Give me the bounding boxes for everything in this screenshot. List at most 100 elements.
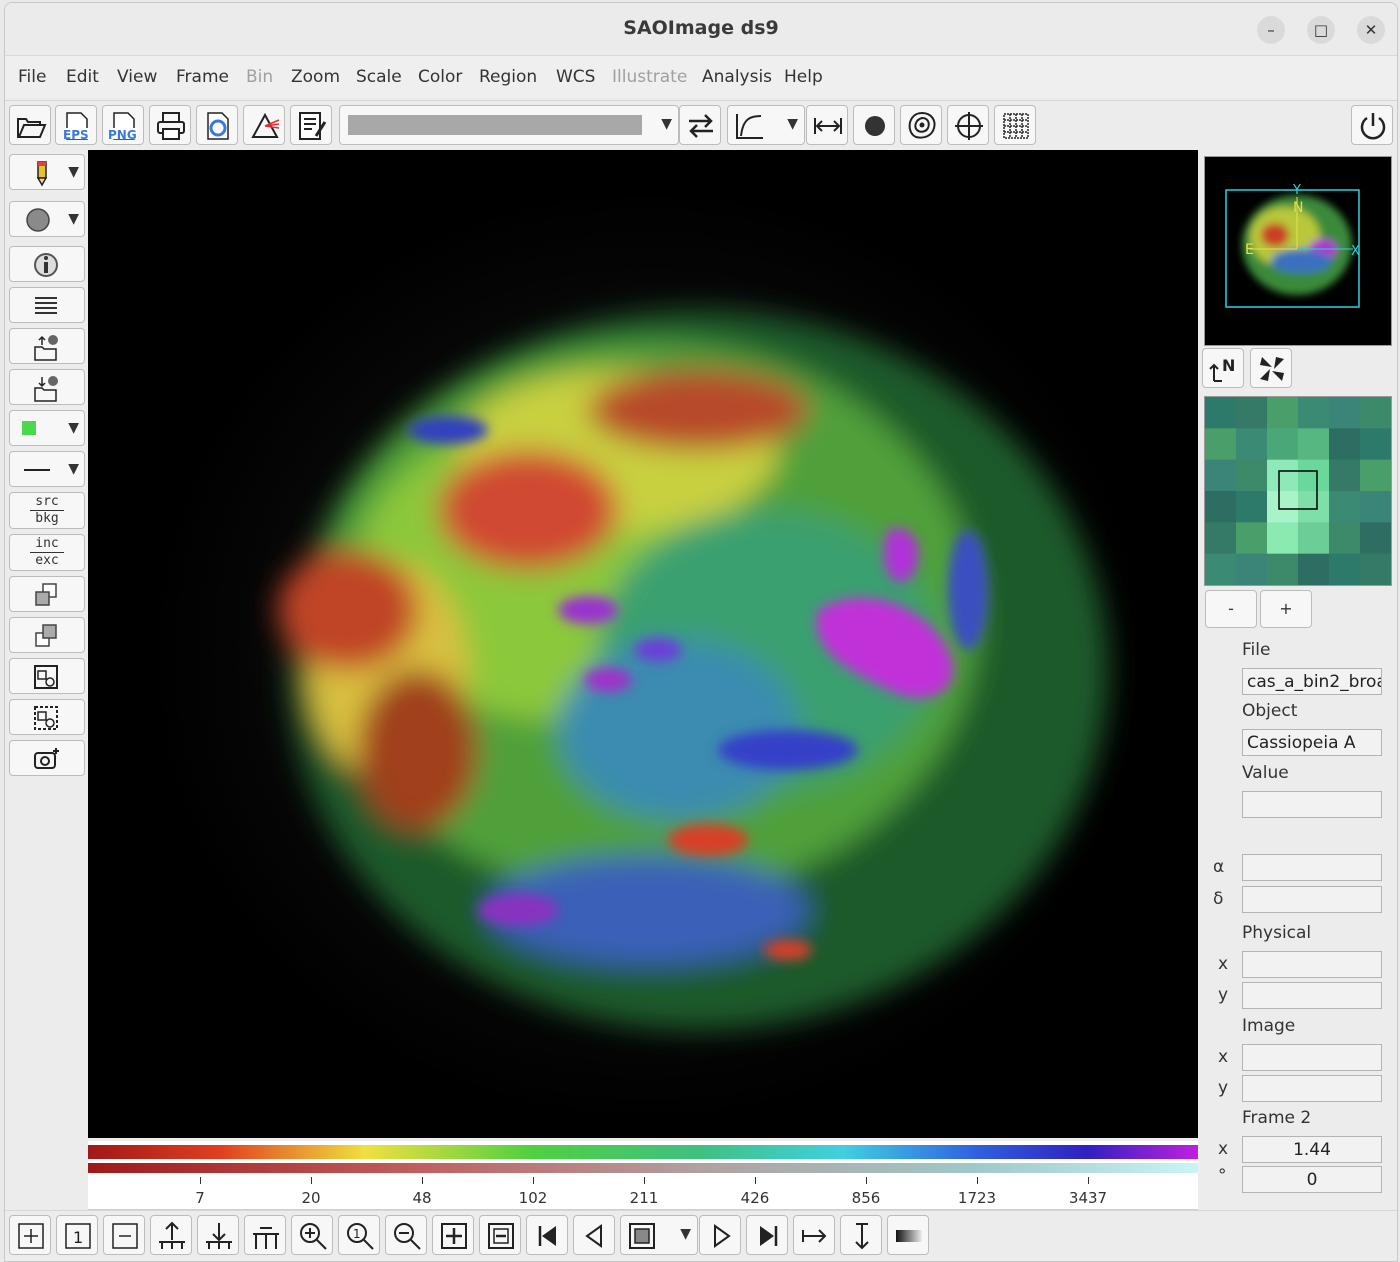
save-eps-button[interactable]: EPS [55,105,97,145]
reload-button[interactable] [196,105,238,145]
tick-mark [533,1177,534,1184]
contour-button[interactable] [900,105,942,145]
image-canvas[interactable] [88,150,1198,1138]
save-png-button[interactable]: PNG [102,105,144,145]
magnifier-zoom-in-button[interactable]: + [1260,590,1312,628]
zoom-out-frame-button[interactable] [479,1215,521,1255]
value-field[interactable] [1242,791,1382,818]
new-frame-button[interactable] [9,1215,51,1255]
delete-frame-button[interactable] [103,1215,145,1255]
menu-help[interactable]: Help [784,67,823,87]
load-regions-button[interactable] [9,328,85,364]
list-button[interactable] [9,287,85,323]
blink-frames-button[interactable] [197,1215,239,1255]
contour-icon [908,111,936,139]
menu-view[interactable]: View [117,67,157,87]
prism-button[interactable] [243,105,285,145]
menu-scale[interactable]: Scale [356,67,402,87]
align-north-button[interactable]: N [1202,348,1244,388]
colorbar[interactable] [88,1141,1198,1177]
last-frame-button[interactable] [746,1215,788,1255]
swap-button[interactable] [679,105,721,145]
info-panel: N E Y X N - + File cas_a_bin2_broa Objec… [1200,150,1397,1210]
colorbar-button[interactable] [887,1215,929,1255]
notes-button[interactable] [290,105,332,145]
crosshair-button[interactable] [947,105,989,145]
menu-wcs[interactable]: WCS [556,67,595,87]
menu-frame[interactable]: Frame [176,67,229,87]
magnifier-pixel [1205,428,1237,461]
first-frame-button[interactable] [526,1215,568,1255]
folder-upload-icon [34,335,58,361]
minimize-button[interactable]: – [1257,16,1285,44]
plus-box-icon [441,1223,467,1249]
menu-region[interactable]: Region [479,67,537,87]
panner[interactable]: N E Y X [1204,156,1392,346]
frame-selector-combo[interactable]: ▼ [339,105,679,145]
image-x-field[interactable] [1242,1044,1382,1071]
physical-x-field[interactable] [1242,951,1382,978]
print-button[interactable] [149,105,191,145]
horizontal-flip-button[interactable] [793,1215,835,1255]
menu-analysis[interactable]: Analysis [702,67,772,87]
magnifier-pixel [1205,522,1237,555]
object-field[interactable]: Cassiopeia A [1242,729,1382,756]
curve-button[interactable]: ▼ [727,105,805,145]
magnifier-pixel [1360,428,1391,461]
magnifier-zoom-out-button[interactable]: - [1205,590,1257,628]
physical-label: Physical [1242,923,1312,943]
bring-front-button[interactable] [9,576,85,612]
select-none-button[interactable] [9,699,85,735]
pencil-tool-button[interactable]: ▼ [9,154,85,190]
previous-frame-button[interactable] [573,1215,615,1255]
angle-field[interactable]: 0 [1242,1166,1382,1193]
close-button[interactable]: ✕ [1357,16,1385,44]
magnifier-pixel [1236,491,1268,523]
frame-layout-button[interactable]: ▼ [620,1215,698,1255]
inc-exc-button[interactable]: inc exc [9,534,85,571]
ruler-button[interactable] [806,105,848,145]
tick-mark [866,1177,867,1184]
zoom-field[interactable]: 1.44 [1242,1136,1382,1163]
physical-y-field[interactable] [1242,982,1382,1009]
image-y-field[interactable] [1242,1075,1382,1102]
zoom-one-button[interactable]: 1 [338,1215,380,1255]
maximize-button[interactable]: □ [1307,16,1335,44]
fade-frames-button[interactable] [244,1215,286,1255]
save-regions-button[interactable] [9,369,85,405]
power-button[interactable] [1351,105,1393,145]
svg-text:1: 1 [73,1228,83,1247]
single-frame-button[interactable]: 1 [56,1215,98,1255]
grid-button[interactable] [994,105,1036,145]
magnifier-pixel [1360,397,1391,429]
delta-field[interactable] [1242,886,1382,913]
vertical-flip-button[interactable] [840,1215,882,1255]
menu-zoom[interactable]: Zoom [291,67,340,87]
next-frame-button[interactable] [699,1215,741,1255]
center-button[interactable] [1250,348,1292,388]
select-all-button[interactable] [9,658,85,694]
magnifier-pixel [1329,397,1361,429]
crosshair-icon [955,112,983,140]
bring-to-front-icon [35,583,57,606]
send-back-button[interactable] [9,617,85,653]
info-button[interactable] [9,246,85,282]
snapshot-button[interactable] [9,740,85,776]
menu-color[interactable]: Color [418,67,462,87]
tile-frames-button[interactable] [150,1215,192,1255]
menu-edit[interactable]: Edit [66,67,99,87]
alpha-field[interactable] [1242,854,1382,881]
magnifier-pixel [1267,428,1299,461]
open-button[interactable] [9,105,51,145]
zoom-fit-button[interactable] [291,1215,333,1255]
zoom-in-frame-button[interactable] [432,1215,474,1255]
shape-tool-button[interactable]: ▼ [9,201,85,237]
zoom-out-button[interactable] [385,1215,427,1255]
magnifier-pixel [1236,522,1268,555]
file-field[interactable]: cas_a_bin2_broa [1242,668,1382,695]
circle-region-button[interactable] [853,105,895,145]
region-color-button[interactable]: ▼ [9,410,85,446]
line-width-button[interactable]: ▼ [9,451,85,487]
src-bkg-button[interactable]: src bkg [9,492,85,529]
menu-file[interactable]: File [18,67,46,87]
